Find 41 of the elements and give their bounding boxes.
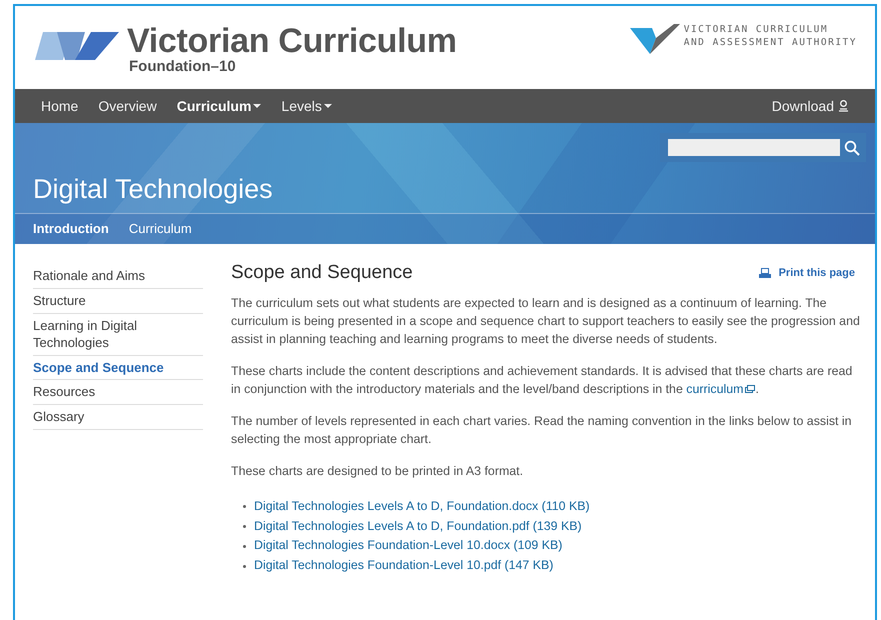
search-icon[interactable]: [844, 140, 860, 156]
logo-title: Victorian Curriculum: [127, 24, 457, 58]
bullet: [243, 564, 246, 568]
search-field[interactable]: [668, 139, 840, 156]
paragraph: These charts are designed to be printed in A3 format.: [231, 462, 524, 480]
printer-icon: [758, 268, 771, 278]
nav-link[interactable]: Home: [31, 96, 88, 116]
curriculum-link[interactable]: curriculum: [686, 382, 756, 396]
bullet: [243, 544, 246, 548]
sidebar-item[interactable]: Scope and Sequence: [33, 356, 203, 380]
page-title: Digital Technologies: [33, 173, 273, 206]
section-heading: Scope and Sequence: [231, 262, 413, 285]
authority-name: VICTORIAN CURRICULUM: [684, 24, 830, 37]
sidebar-item[interactable]: Structure: [33, 288, 203, 314]
person-icon: [838, 100, 849, 112]
file-link[interactable]: Digital Technologies Levels A to D, Foundation.docx (110 KB): [254, 496, 590, 517]
sidebar-item[interactable]: Learning in Digital Technologies: [33, 314, 203, 356]
print-link[interactable]: Print this page: [752, 264, 861, 283]
logo-subtitle: Foundation–10: [129, 58, 237, 76]
file-link[interactable]: Digital Technologies Levels A to D, Foundation.pdf (139 KB): [254, 516, 582, 536]
download-link[interactable]: Download: [762, 96, 859, 116]
file-link[interactable]: Digital Technologies Foundation-Level 10.pdf (147 KB): [254, 556, 554, 576]
bullet: [243, 524, 246, 528]
external-link-icon: [745, 385, 756, 394]
paragraph: The curriculum sets out what students are expected to learn and is designed as a continuum of learning. The curriculum is being presented in a scope and sequence chart to support teachers to easily see the progression and assist in planning teaching and learning programs to meet the diverse needs of students.: [231, 294, 861, 348]
nav-link[interactable]: Overview: [88, 96, 167, 116]
file-link[interactable]: Digital Technologies Foundation-Level 10.docx (109 KB): [254, 536, 562, 556]
section-tab[interactable]: Introduction: [23, 219, 119, 239]
caret-icon[interactable]: [253, 104, 262, 108]
section-tab[interactable]: Curriculum: [118, 219, 202, 239]
caret-icon[interactable]: [324, 104, 332, 108]
sidebar-item[interactable]: Glossary: [33, 405, 203, 430]
nav-link[interactable]: Levels: [271, 96, 332, 116]
bullet: [243, 505, 246, 508]
paragraph: These charts include the content descriptions and achievement standards. It is advised that these charts are read in conjunction with the introductory materials and the level/band descriptions in the curriculum .: [231, 362, 854, 398]
nav-link[interactable]: Curriculum: [166, 96, 262, 116]
sidebar-item[interactable]: Resources: [33, 380, 203, 406]
sidebar-item[interactable]: Rationale and Aims: [33, 264, 203, 289]
logo-icon: [35, 32, 119, 62]
paragraph: The number of levels represented in each chart varies. Read the naming convention in the links below to assist in selecting the most appropriate chart.: [231, 412, 853, 448]
authority-name: AND ASSESSMENT AUTHORITY: [684, 36, 857, 50]
